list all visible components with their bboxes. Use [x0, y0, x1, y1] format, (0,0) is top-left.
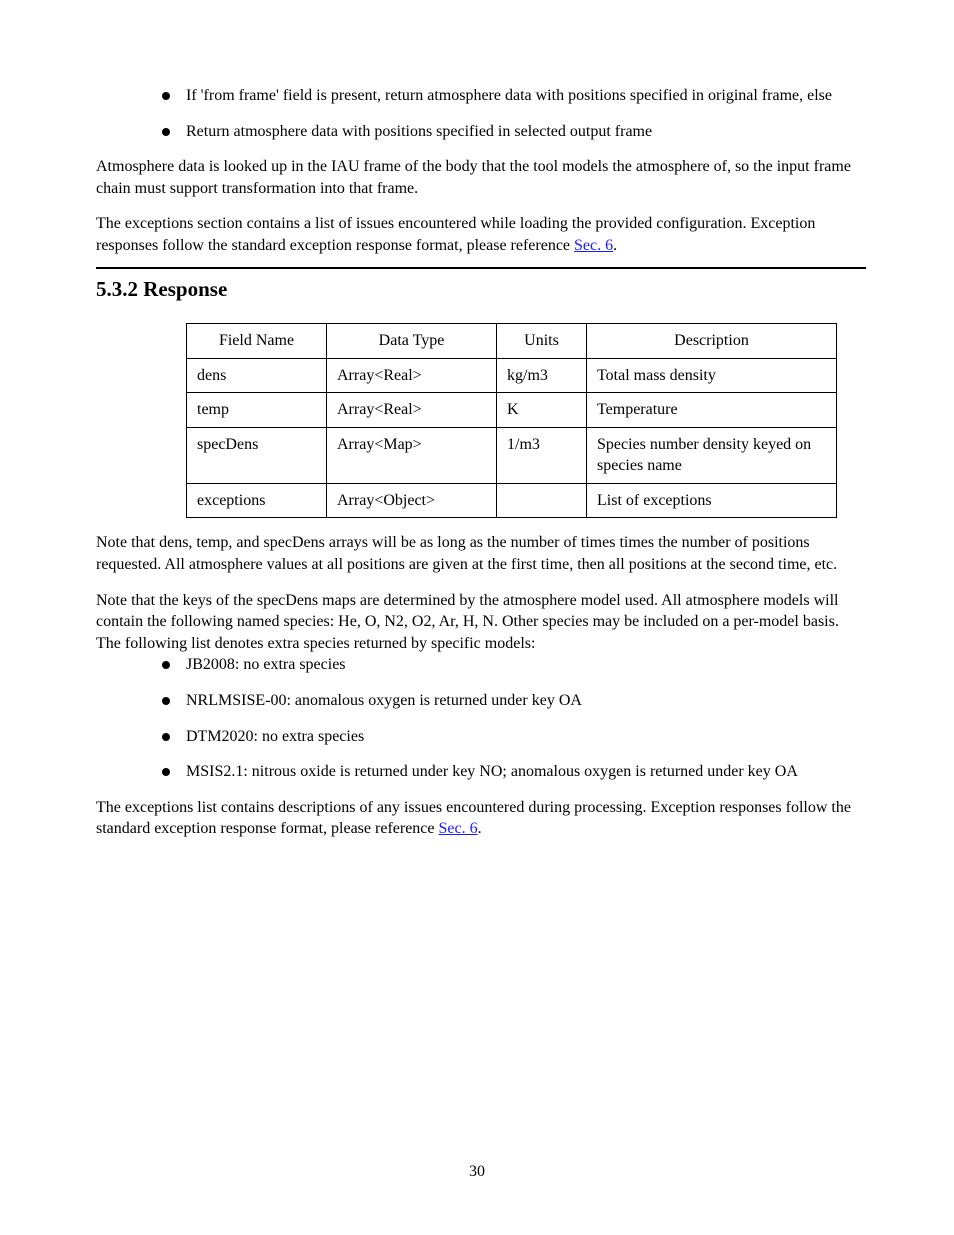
model-detail: anomalous oxygen is returned under key O…: [295, 692, 582, 709]
code-text: specDens: [257, 592, 318, 609]
cell-units: K: [497, 393, 587, 428]
code-text: temp: [196, 534, 228, 551]
list-item: NRLMSISE-00: anomalous oxygen is returne…: [96, 690, 866, 712]
col-header-units: Units: [497, 323, 587, 358]
bullet-text: If 'from frame' field is present, return…: [186, 85, 866, 107]
cell-data-type: Array<Map>: [327, 427, 497, 483]
paragraph: Note that dens, temp, and specDens array…: [96, 532, 866, 575]
list-item: Return atmosphere data with positions sp…: [96, 121, 866, 143]
model-species-list: JB2008: no extra species NRLMSISE-00: an…: [96, 654, 866, 782]
table-row: specDens Array<Map> 1/m3 Species number …: [187, 427, 837, 483]
cell-field-name: specDens: [187, 427, 327, 483]
paragraph-text: The exceptions section contains a list o…: [96, 215, 815, 254]
cell-field-name: temp: [187, 393, 327, 428]
text: .: [478, 820, 482, 837]
model-detail: no extra species: [262, 728, 364, 745]
code-text: specDens: [264, 534, 325, 551]
table-row: dens Array<Real> kg/m3 Total mass densit…: [187, 358, 837, 393]
bullet-dot-icon: [162, 128, 170, 136]
text: Note that: [96, 534, 159, 551]
cell-data-type: Array<Real>: [327, 358, 497, 393]
bullet-text: DTM2020: no extra species: [186, 726, 866, 748]
table-row: temp Array<Real> K Temperature: [187, 393, 837, 428]
bullet-text: MSIS2.1: nitrous oxide is returned under…: [186, 761, 866, 783]
text: Note that the keys of the: [96, 592, 257, 609]
code-text: dens: [159, 534, 188, 551]
section-link[interactable]: Sec. 6: [574, 237, 613, 254]
col-header-data-type: Data Type: [327, 323, 497, 358]
list-item: If 'from frame' field is present, return…: [96, 85, 866, 107]
list-item: DTM2020: no extra species: [96, 726, 866, 748]
cell-description: Species number density keyed on species …: [587, 427, 837, 483]
bullet-text: NRLMSISE-00: anomalous oxygen is returne…: [186, 690, 866, 712]
list-item: JB2008: no extra species: [96, 654, 866, 676]
model-detail: no extra species: [243, 656, 345, 673]
table-header-row: Field Name Data Type Units Description: [187, 323, 837, 358]
bullet-dot-icon: [162, 733, 170, 741]
col-header-description: Description: [587, 323, 837, 358]
col-header-field-name: Field Name: [187, 323, 327, 358]
bullet-dot-icon: [162, 661, 170, 669]
top-bullet-list: If 'from frame' field is present, return…: [96, 85, 866, 142]
cell-field-name: dens: [187, 358, 327, 393]
cell-data-type: Array<Real>: [327, 393, 497, 428]
cell-description: Total mass density: [587, 358, 837, 393]
model-name: JB2008:: [186, 656, 243, 673]
paragraph: The exceptions list contains description…: [96, 797, 866, 840]
model-name: DTM2020:: [186, 728, 262, 745]
paragraph-text: .: [613, 237, 617, 254]
table-row: exceptions Array<Object> List of excepti…: [187, 483, 837, 518]
response-table: Field Name Data Type Units Description d…: [186, 323, 837, 519]
section-heading: 5.3.2 Response: [96, 275, 866, 303]
cell-data-type: Array<Object>: [327, 483, 497, 518]
bullet-dot-icon: [162, 768, 170, 776]
section-link[interactable]: Sec. 6: [439, 820, 478, 837]
paragraph: The exceptions section contains a list o…: [96, 213, 866, 256]
paragraph: Atmosphere data is looked up in the IAU …: [96, 156, 866, 199]
cell-units: [497, 483, 587, 518]
bullet-text: Return atmosphere data with positions sp…: [186, 121, 866, 143]
bullet-text: JB2008: no extra species: [186, 654, 866, 676]
model-name: NRLMSISE-00:: [186, 692, 295, 709]
model-name: MSIS2.1:: [186, 763, 252, 780]
cell-units: 1/m3: [497, 427, 587, 483]
model-detail: nitrous oxide is returned under key NO; …: [252, 763, 798, 780]
text: , and: [228, 534, 263, 551]
paragraph: Note that the keys of the specDens maps …: [96, 590, 866, 655]
list-item: MSIS2.1: nitrous oxide is returned under…: [96, 761, 866, 783]
page-number: 30: [0, 1161, 954, 1183]
bullet-dot-icon: [162, 697, 170, 705]
section-divider: [96, 267, 866, 269]
page-content: If 'from frame' field is present, return…: [96, 85, 866, 840]
cell-units: kg/m3: [497, 358, 587, 393]
cell-description: List of exceptions: [587, 483, 837, 518]
cell-field-name: exceptions: [187, 483, 327, 518]
cell-description: Temperature: [587, 393, 837, 428]
bullet-dot-icon: [162, 92, 170, 100]
